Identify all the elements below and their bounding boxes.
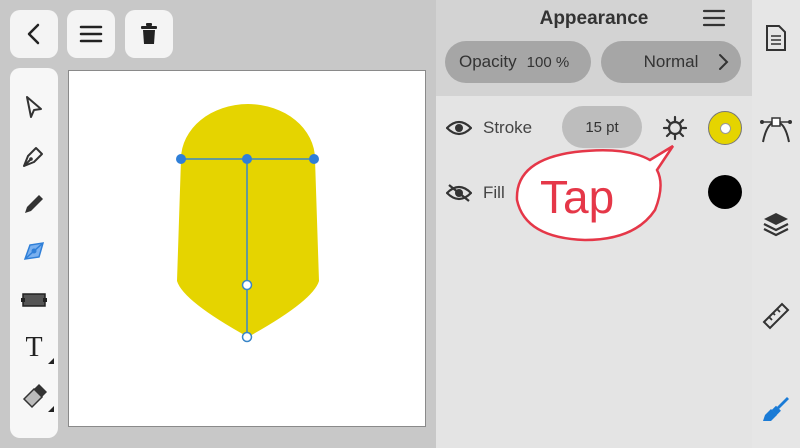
anchor-point[interactable] [242, 154, 252, 164]
layers-icon [763, 213, 789, 237]
menu-button[interactable] [67, 10, 115, 58]
tool-shape[interactable] [10, 232, 58, 272]
paintbrush-icon [763, 397, 789, 421]
hamburger-icon [79, 25, 103, 43]
trash-icon [141, 23, 157, 44]
submenu-indicator [48, 358, 54, 364]
document-icon [766, 25, 786, 51]
blend-mode-button[interactable]: Normal [601, 41, 741, 83]
anchor-point[interactable] [241, 279, 253, 291]
stroke-label: Stroke [483, 118, 533, 137]
tool-select[interactable] [10, 88, 58, 128]
drawing-canvas[interactable] [68, 70, 426, 427]
layers-button[interactable] [752, 204, 800, 244]
node-shape-icon [23, 242, 45, 260]
opacity-button[interactable]: Opacity 100 % [445, 41, 591, 83]
ruler-button[interactable] [752, 296, 800, 336]
pencil-icon [25, 195, 43, 213]
artwork[interactable] [69, 71, 427, 428]
tool-rectangle[interactable] [10, 280, 58, 320]
tool-eraser[interactable] [10, 376, 58, 416]
bezier-icon [760, 117, 792, 143]
anchor-point[interactable] [241, 331, 253, 343]
opacity-label: Opacity [459, 52, 517, 71]
rectangle-icon [21, 293, 47, 307]
tool-text[interactable]: T [10, 328, 58, 368]
stroke-indicator [720, 123, 731, 134]
vector-button[interactable] [752, 110, 800, 150]
right-icon-bar [752, 0, 800, 448]
panel-menu-button[interactable] [702, 8, 732, 32]
blend-mode-value: Normal [643, 52, 699, 71]
brush-button[interactable] [752, 388, 800, 428]
document-button[interactable] [752, 18, 800, 58]
submenu-indicator [48, 406, 54, 412]
panel-header: Appearance Opacity 100 % Normal [436, 0, 752, 96]
eye-hidden-icon[interactable] [446, 183, 472, 203]
tool-palette: T [10, 68, 58, 438]
chevron-left-icon [27, 23, 40, 45]
tap-annotation: Tap [540, 171, 615, 223]
opacity-value: 100 % [526, 53, 570, 71]
chevron-right-icon [719, 54, 729, 70]
tool-pen[interactable] [10, 136, 58, 176]
arrow-cursor-icon [26, 96, 42, 118]
back-button[interactable] [10, 10, 58, 58]
tool-pencil[interactable] [10, 184, 58, 224]
anchor-point[interactable] [176, 154, 186, 164]
pen-nib-icon [23, 147, 43, 167]
anchor-point[interactable] [309, 154, 319, 164]
gear-icon[interactable] [662, 115, 688, 141]
fill-label: Fill [483, 183, 505, 202]
ruler-icon [762, 302, 790, 330]
eraser-icon [22, 384, 47, 409]
text-icon: T [25, 332, 43, 363]
yellow-shape[interactable] [177, 104, 319, 337]
delete-button[interactable] [125, 10, 173, 58]
eye-icon[interactable] [446, 118, 472, 138]
hamburger-icon [702, 9, 726, 27]
